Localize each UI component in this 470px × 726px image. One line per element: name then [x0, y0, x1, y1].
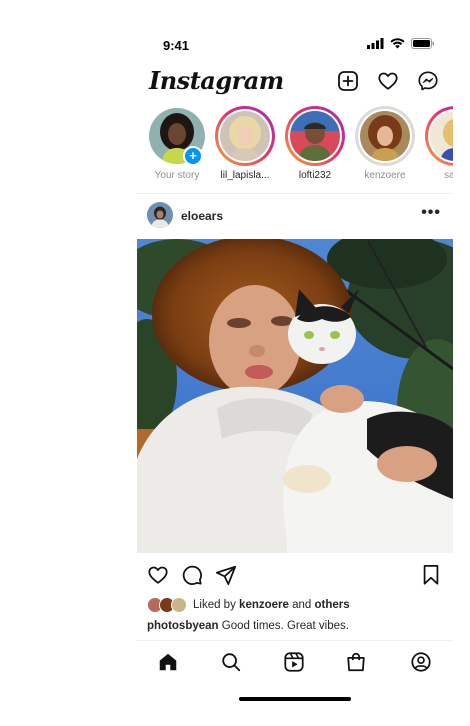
likes-others[interactable]: others [315, 599, 350, 611]
story-label: lofti232 [298, 170, 332, 181]
wifi-icon [390, 38, 405, 49]
story-item[interactable]: lofti232 [283, 106, 347, 181]
save-button[interactable] [421, 564, 441, 591]
add-post-icon [338, 71, 358, 91]
avatar [290, 111, 340, 161]
story-label: kenzoere [364, 170, 406, 181]
story-item[interactable]: sapp [423, 106, 453, 181]
divider [137, 193, 453, 194]
post-caption: photosbyean Good times. Great vibes. [147, 620, 349, 632]
nav-profile[interactable] [409, 650, 433, 674]
avatar [360, 111, 410, 161]
home-icon [159, 653, 177, 671]
post-header: eloears ••• [137, 198, 453, 234]
likes-summary[interactable]: Liked by kenzoere and others [147, 597, 350, 613]
phone-screen: 9:41 Instagram + Your story lil_lapisla.… [137, 0, 453, 726]
post-username[interactable]: eloears [181, 209, 223, 223]
post-photo[interactable] [137, 239, 453, 553]
story-item[interactable]: lil_lapisla... [213, 106, 277, 181]
status-icons [367, 38, 435, 49]
home-indicator[interactable] [239, 697, 351, 701]
avatar [220, 111, 270, 161]
story-label: lil_lapisla... [220, 170, 270, 181]
like-button[interactable] [147, 564, 169, 591]
nav-home[interactable] [156, 650, 180, 674]
story-your-story[interactable]: + Your story [145, 106, 209, 181]
avatar[interactable] [147, 202, 173, 228]
heart-icon [148, 566, 168, 584]
story-label: sapp [444, 170, 453, 181]
shop-bag-icon [347, 652, 365, 672]
caption-username[interactable]: photosbyean [147, 620, 219, 632]
bottom-nav [137, 644, 453, 680]
heart-icon [378, 72, 398, 90]
post-actions [137, 562, 453, 590]
likes-user[interactable]: kenzoere [239, 599, 289, 611]
send-icon [215, 565, 237, 586]
profile-icon [411, 652, 431, 672]
share-button[interactable] [215, 564, 237, 591]
app-header: Instagram [137, 64, 453, 102]
messenger-button[interactable] [415, 68, 441, 94]
instagram-logo: Instagram [149, 66, 284, 95]
nav-reels[interactable] [282, 650, 306, 674]
avatar [430, 111, 453, 161]
likes-middle: and [292, 599, 312, 611]
bookmark-icon [423, 564, 439, 585]
messenger-icon [418, 71, 438, 91]
comment-icon [182, 565, 202, 585]
caption-text: Good times. Great vibes. [221, 620, 349, 632]
nav-shop[interactable] [344, 650, 368, 674]
divider [137, 640, 453, 641]
nav-search[interactable] [219, 650, 243, 674]
activity-button[interactable] [375, 68, 401, 94]
story-label: Your story [154, 170, 200, 181]
signal-icon [367, 38, 384, 49]
status-bar: 9:41 [137, 36, 453, 56]
comment-button[interactable] [181, 564, 203, 591]
reels-icon [284, 652, 304, 672]
liker-avatars [147, 597, 187, 613]
battery-icon [411, 38, 434, 49]
avatar [171, 597, 187, 613]
status-time: 9:41 [163, 38, 190, 53]
post-image [137, 239, 453, 553]
stories-tray: + Your story lil_lapisla... lofti232 ken… [137, 106, 453, 190]
more-options-button[interactable]: ••• [421, 204, 441, 222]
story-item[interactable]: kenzoere [353, 106, 417, 181]
search-icon [222, 653, 241, 672]
likes-prefix: Liked by [193, 599, 236, 611]
new-post-button[interactable] [335, 68, 361, 94]
add-story-icon: + [183, 146, 203, 166]
